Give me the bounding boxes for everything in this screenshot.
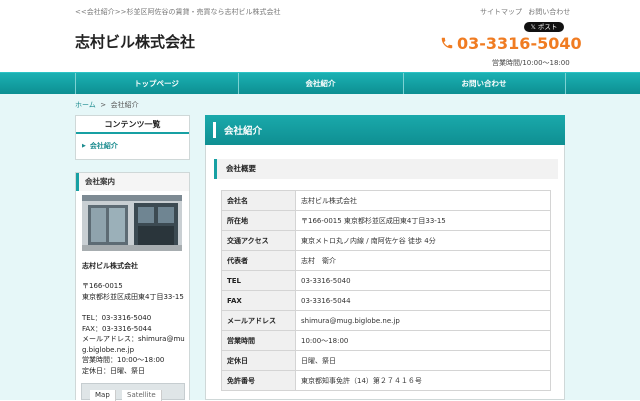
nav-item-company[interactable]: 会社紹介 [238,73,403,95]
contact-link[interactable]: お問い合わせ [528,8,570,16]
row-value: 東京都知事免許（14）第２７４１６号 [295,370,551,391]
bullet-icon: ▶ [82,143,86,149]
breadcrumb-current: 会社紹介 [110,101,139,109]
global-nav: トップページ 会社紹介 お問い合わせ [0,72,640,95]
site-title-logo[interactable]: 志村ビル株式会社 [75,31,195,52]
sidebar-item-label: 会社紹介 [89,142,118,150]
sidebar-contents-title: コンテンツ一覧 [76,116,189,134]
row-label: 営業時間 [221,330,296,351]
row-value: 03-3316-5040 [295,270,551,291]
phone-icon [441,37,453,49]
sidebar-fax: FAX：03-3316-5044 [82,324,152,333]
row-label: 交通アクセス [221,230,296,251]
x-logo-icon: 𝕏 [530,23,538,31]
site-header: <<会社紹介>>杉並区阿佐谷の賃貸・売買なら志村ビル株式会社 志村ビル株式会社 … [0,0,640,72]
table-row: 交通アクセス 東京メトロ丸ノ内線 / 南阿佐ケ谷 徒歩 4分 [221,230,551,251]
row-label: TEL [221,270,296,291]
office-photo [82,195,182,251]
table-row: FAX 03-3316-5044 [221,290,551,311]
site-tagline: <<会社紹介>>杉並区阿佐谷の賃貸・売買なら志村ビル株式会社 [75,8,281,16]
table-row: TEL 03-3316-5040 [221,270,551,291]
sidebar-company-info: 会社案内 志村ビル株式会社 〒166-0015 東京都杉並区成田東4丁目33-1… [75,172,190,400]
breadcrumb: ホーム > 会社紹介 [75,100,139,110]
row-label: 定休日 [221,350,296,371]
phone-number[interactable]: 03-3316-5040 [440,34,582,53]
sidebar-company-name: 志村ビル株式会社 [82,262,138,270]
map-tab-map[interactable]: Map [90,390,116,401]
table-row: 所在地 〒166-0015 東京都杉並区成田東4丁目33-15 [221,210,551,231]
row-label: FAX [221,290,296,311]
sidebar-mail-line2: g.biglobe.ne.jp [82,345,135,354]
sidebar-postal: 〒166-0015 [82,282,123,290]
sidebar-mail-line1: メールアドレス：shimura@mu [82,335,185,343]
main-panel: 会社概要 会社名 志村ビル株式会社 所在地 〒166-0015 東京都杉並区成田東4… [205,145,565,400]
page-title-bar: 会社紹介 [205,115,565,145]
nav-item-top[interactable]: トップページ [75,73,238,95]
table-row: 免許番号 東京都知事免許（14）第２７４１６号 [221,370,551,391]
table-row: 営業時間 10:00～18:00 [221,330,551,351]
row-label: 代表者 [221,250,296,271]
nav-divider [565,73,566,95]
post-button-label: ポスト [537,23,558,31]
row-value: 〒166-0015 東京都杉並区成田東4丁目33-15 [295,210,551,231]
row-value: 東京メトロ丸ノ内線 / 南阿佐ケ谷 徒歩 4分 [295,230,551,251]
row-value: 志村ビル株式会社 [295,190,551,211]
map-tab-satellite[interactable]: Satellite [122,390,162,401]
sitemap-link[interactable]: サイトマップ [480,8,522,16]
breadcrumb-home[interactable]: ホーム [75,101,96,109]
utility-links: サイトマップ お問い合わせ [480,7,574,17]
nav-item-contact[interactable]: お問い合わせ [403,73,565,95]
section-title: 会社概要 [214,159,558,179]
row-label: 会社名 [221,190,296,211]
x-post-button[interactable]: 𝕏 ポスト [524,22,564,32]
company-overview-table: 会社名 志村ビル株式会社 所在地 〒166-0015 東京都杉並区成田東4丁目33-… [221,190,551,391]
table-row: 会社名 志村ビル株式会社 [221,190,551,211]
row-label: 所在地 [221,210,296,231]
table-row: 代表者 志村 衛介 [221,250,551,271]
sidebar-info-title: 会社案内 [76,173,189,191]
row-value: 日曜、祭日 [295,350,551,371]
title-accent-bar [213,122,216,138]
breadcrumb-separator: > [100,101,107,109]
sidebar-item-company[interactable]: ▶ 会社紹介 [82,141,118,151]
business-hours: 営業時間/10:00～18:00 [492,59,570,67]
table-row: メールアドレス shimura@mug.biglobe.ne.jp [221,310,551,331]
office-photo-image [82,195,182,251]
sidebar-tel: TEL：03-3316-5040 [82,314,152,322]
table-row: 定休日 日曜、祭日 [221,350,551,371]
row-label: メールアドレス [221,310,296,331]
sidebar-address: 東京都杉並区成田東4丁目33-15 [82,293,184,301]
row-value: 03-3316-5044 [295,290,551,311]
sidebar-holidays: 定休日：日曜、祭日 [82,366,145,375]
phone-number-text: 03-3316-5040 [457,34,582,53]
row-value[interactable]: shimura@mug.biglobe.ne.jp [295,310,551,331]
row-value: 志村 衛介 [295,250,551,271]
page-title: 会社紹介 [224,126,263,137]
row-label: 免許番号 [221,370,296,391]
embedded-map[interactable]: Map Satellite [81,383,185,401]
sidebar-contents: コンテンツ一覧 ▶ 会社紹介 [75,115,190,160]
row-value: 10:00～18:00 [295,330,551,351]
sidebar-hours: 営業時間：10:00～18:00 [82,356,165,364]
